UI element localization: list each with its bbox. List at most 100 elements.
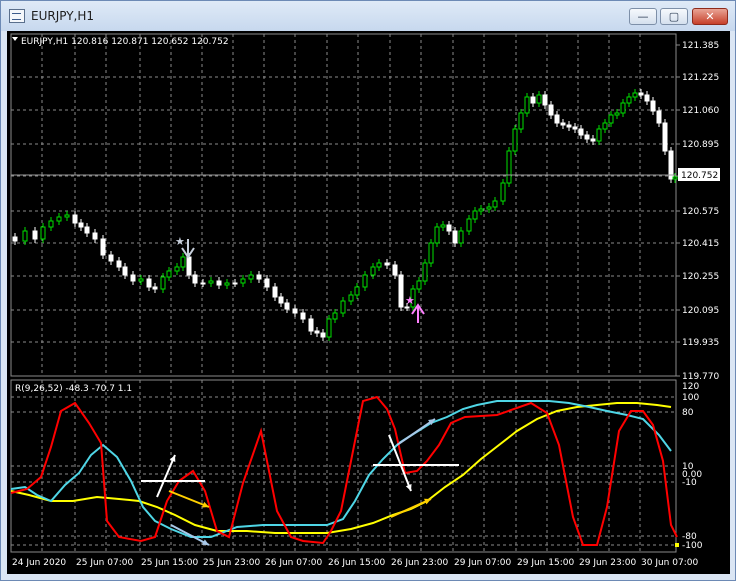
candle-body: [224, 282, 230, 286]
current-price-tag: 120.752: [678, 168, 720, 181]
candle-body: [596, 128, 602, 142]
candlestick-series: [12, 89, 678, 341]
arrow-shaft: [168, 490, 210, 508]
time-label: 25 Jun 23:00: [203, 558, 260, 568]
candle-body: [644, 94, 650, 102]
indicator-lines: [10, 395, 678, 546]
candle-body: [492, 200, 498, 208]
close-button[interactable]: ✕: [692, 8, 728, 25]
time-label: 26 Jun 23:00: [391, 558, 448, 568]
chart-menu-triangle-icon[interactable]: [12, 37, 18, 41]
candle-body: [530, 96, 536, 104]
candle-body: [216, 280, 222, 286]
candle-body: [200, 282, 206, 285]
candle-body: [620, 102, 626, 114]
candle-body: [292, 308, 298, 314]
candle-body: [548, 104, 554, 116]
drawn-annotations: ★★: [141, 235, 679, 547]
candle-body: [452, 230, 458, 244]
last-value-marker: [675, 543, 679, 547]
level-label: 80: [682, 408, 694, 418]
window-title: EURJPY,H1: [31, 9, 95, 23]
candle-body: [590, 138, 596, 142]
annotation-arrow-yellow-icon: [168, 490, 210, 508]
candle-body: [478, 208, 484, 212]
candle-body: [166, 270, 172, 278]
price-label: 120.095: [682, 306, 719, 316]
chart-canvas[interactable]: ★ ★ EURJPY,H1 120.816 120.871 120.652 120…: [7, 31, 730, 574]
candle-body: [662, 122, 668, 152]
time-label: 29 Jun 23:00: [579, 558, 636, 568]
candle-body: [116, 260, 122, 268]
candle-body: [518, 112, 524, 130]
candle-body: [308, 318, 314, 332]
candle-body: [608, 114, 614, 124]
candle-body: [130, 274, 136, 282]
price-label: 120.255: [682, 272, 719, 282]
time-label: 30 Jun 07:00: [641, 558, 698, 568]
candle-body: [614, 112, 620, 116]
sell-star-icon: ★: [175, 235, 185, 248]
price-label: 120.415: [682, 239, 719, 249]
candle-body: [626, 96, 632, 104]
candle-body: [160, 276, 166, 290]
annotation-arrow-yellow-icon: [390, 498, 432, 518]
candle-body: [314, 330, 320, 334]
candle-body: [56, 216, 62, 222]
arrow-shaft: [390, 498, 432, 518]
time-axis: 24 Jun 2020 25 Jun 07:00 25 Jun 15:00 25 Ju…: [12, 558, 698, 568]
candle-body: [174, 266, 180, 272]
candle-body: [192, 274, 198, 284]
chart-svg[interactable]: ★★ EURJPY,H1 120.816 120.871 120.652 120…: [7, 31, 730, 574]
candle-body: [152, 286, 158, 290]
candle-body: [370, 266, 376, 276]
candle-body: [672, 176, 678, 180]
candle-body: [284, 302, 290, 310]
candle-body: [264, 278, 270, 288]
candle-body: [340, 300, 346, 314]
candle-body: [12, 236, 18, 242]
candle-body: [248, 274, 254, 280]
candle-body: [416, 280, 422, 290]
candle-body: [536, 94, 542, 104]
candle-body: [446, 224, 452, 232]
candle-body: [458, 230, 464, 244]
candle-body: [300, 312, 306, 320]
minimize-button[interactable]: —: [629, 8, 657, 25]
price-label: 121.060: [682, 106, 719, 116]
chart-window-icon: [9, 9, 25, 23]
level-label: 100: [682, 393, 699, 403]
candle-body: [256, 274, 262, 280]
candle-body: [440, 224, 446, 228]
candle-body: [584, 134, 590, 140]
price-label: 121.225: [682, 73, 719, 83]
level-label: 120: [682, 382, 699, 392]
candle-body: [108, 254, 114, 262]
candle-body: [404, 306, 410, 309]
maximize-button[interactable]: ▢: [660, 8, 688, 25]
time-label: 29 Jun 07:00: [454, 558, 511, 568]
candle-body: [348, 294, 354, 302]
candle-body: [186, 256, 192, 276]
indicator-header: R(9,26,52) -48.3 -70.7 1.1: [15, 384, 132, 394]
price-label: 119.770: [682, 372, 719, 382]
candle-body: [554, 114, 560, 124]
candle-body: [84, 226, 90, 234]
buy-star-icon: ★: [405, 294, 415, 307]
candle-body: [362, 274, 368, 288]
grid-lines: [11, 34, 676, 552]
price-label: 121.385: [682, 41, 719, 51]
candle-body: [100, 238, 106, 256]
candle-body: [326, 318, 332, 338]
level-label: -100: [682, 541, 703, 551]
time-label: 25 Jun 15:00: [141, 558, 198, 568]
candle-body: [272, 286, 278, 298]
candle-body: [512, 128, 518, 152]
candle-body: [138, 278, 144, 282]
candle-body: [398, 274, 404, 308]
current-price-label: 120.752: [681, 171, 718, 181]
candle-body: [560, 122, 566, 126]
price-label: 120.895: [682, 140, 719, 150]
title-bar[interactable]: EURJPY,H1 — ▢ ✕: [1, 1, 735, 31]
candle-body: [332, 312, 338, 320]
